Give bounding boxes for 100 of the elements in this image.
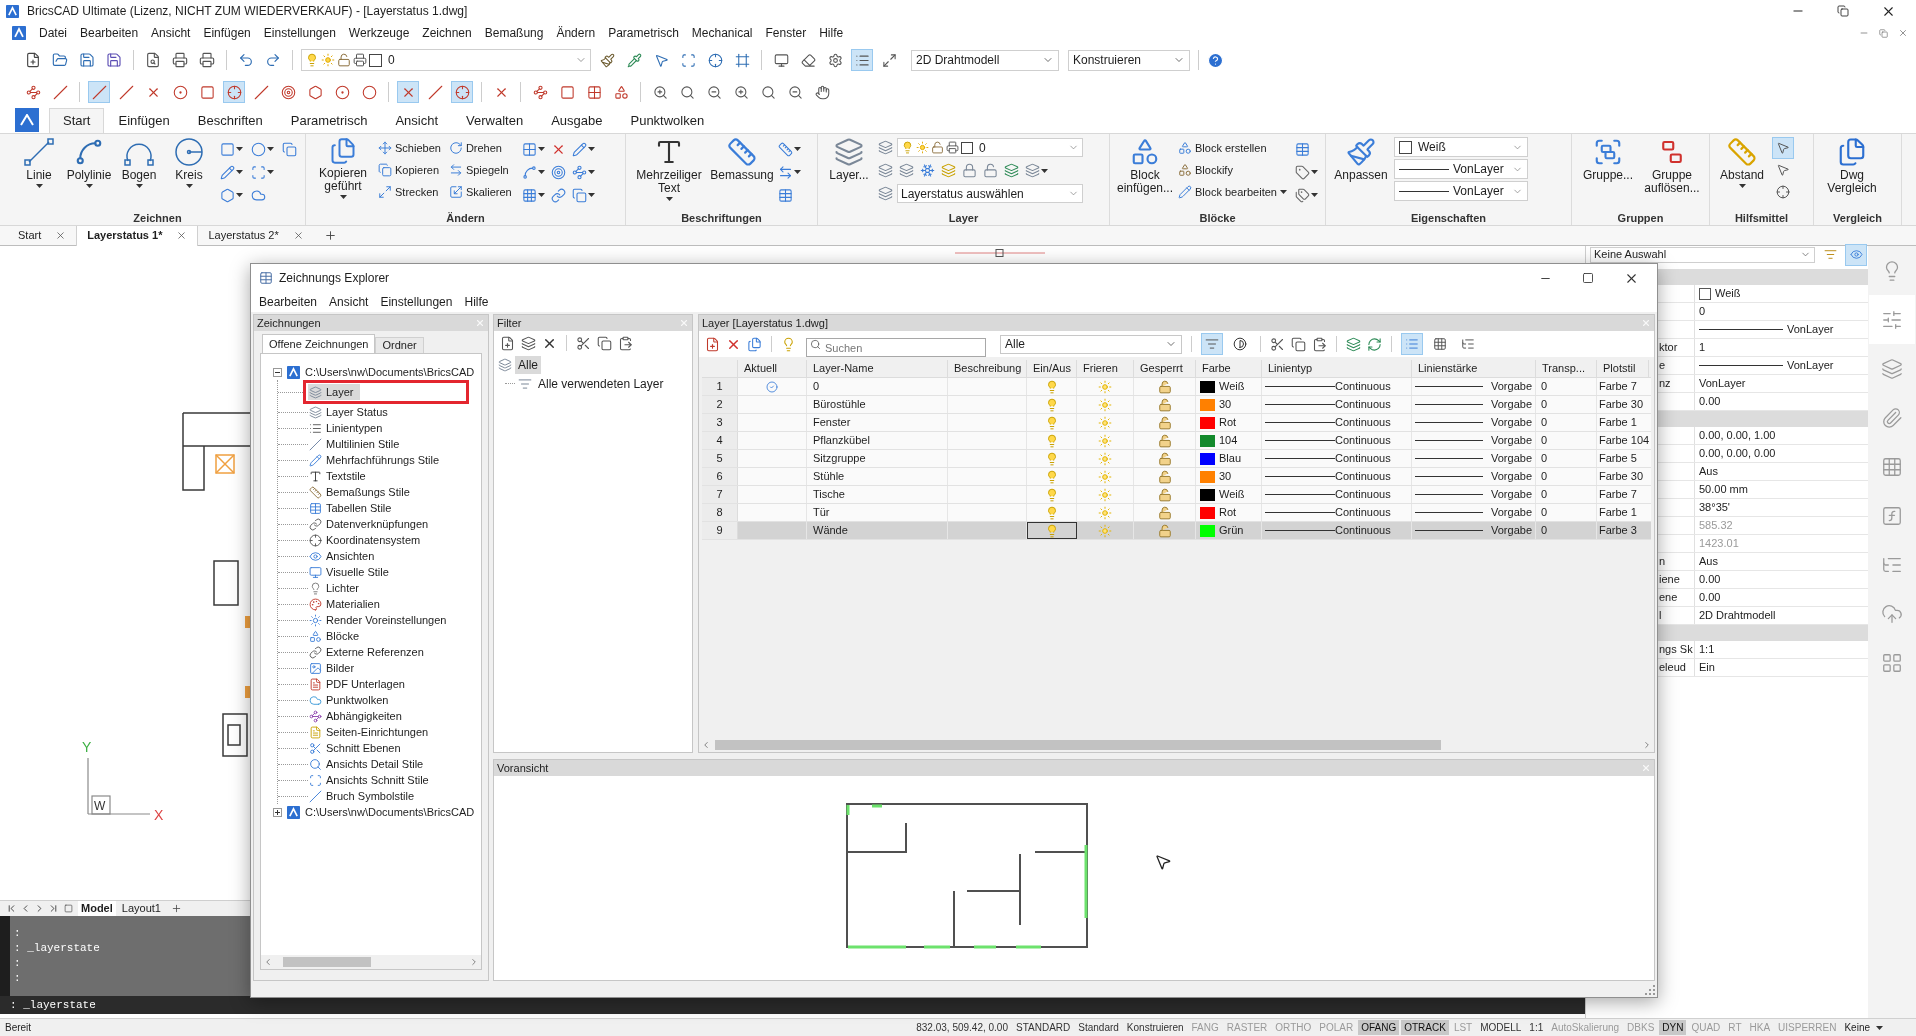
ribbon-tab[interactable]: Verwalten — [452, 108, 538, 133]
caret-icon[interactable] — [794, 147, 801, 151]
plus-icon[interactable] — [170, 903, 182, 914]
maximize-icon[interactable] — [1582, 272, 1594, 284]
caret-icon[interactable] — [35, 184, 43, 188]
collapse-icon[interactable] — [273, 367, 282, 377]
lineweight-dropdown[interactable]: VonLayer — [1394, 181, 1528, 201]
layers-icon[interactable] — [1004, 163, 1019, 178]
menu-item[interactable]: Parametrisch — [608, 24, 679, 42]
snowflake-icon[interactable] — [920, 163, 935, 178]
table-icon[interactable] — [778, 187, 793, 203]
tags-icon[interactable] — [1294, 187, 1310, 203]
ribbon-button[interactable]: Block einfügen... — [1116, 137, 1174, 195]
table-row[interactable]: 9 Wände Grün Continuous Vorgabe 0 Farbe 3 — [702, 522, 1651, 540]
caret-icon[interactable] — [587, 170, 595, 174]
tree-item[interactable]: Koordinatensystem — [308, 532, 427, 548]
tree-item[interactable]: C:\Users\nw\Documents\BricsCAD — [305, 363, 475, 381]
caret-icon[interactable] — [267, 170, 274, 174]
open-lock-icon[interactable] — [1157, 451, 1172, 466]
layer-dropdown[interactable]: 0 — [897, 138, 1083, 157]
app-logo-icon[interactable] — [12, 26, 26, 40]
caret-icon[interactable] — [1310, 170, 1318, 174]
ribbon-button[interactable]: Gruppe auflösen... — [1642, 137, 1702, 195]
layers-icon[interactable] — [878, 140, 893, 155]
ribbon-button[interactable]: Strecken — [378, 181, 441, 203]
tree-item[interactable]: Tabellen Stile — [308, 500, 398, 516]
undo-icon[interactable] — [238, 52, 254, 68]
scissors-icon[interactable] — [1270, 336, 1285, 352]
caret-icon[interactable] — [236, 193, 243, 197]
visual-style-dropdown[interactable]: 2D Drahtmodell — [911, 49, 1059, 71]
layers-icon[interactable] — [899, 163, 914, 178]
toggle-button[interactable] — [1401, 333, 1423, 355]
caret-icon[interactable] — [267, 147, 274, 151]
tree-item[interactable]: Bruch Symbolstile — [308, 788, 421, 804]
tree-item[interactable]: Externe Referenzen — [308, 644, 430, 660]
tag-icon[interactable] — [1294, 164, 1310, 180]
caret-icon[interactable] — [1279, 190, 1287, 194]
menu-item[interactable]: Werkzeuge — [348, 24, 410, 42]
tree-item[interactable]: Visuelle Stile — [308, 564, 395, 580]
tree-item[interactable]: Ansichts Schnitt Stile — [308, 772, 435, 788]
tree-item[interactable]: Materialien — [308, 596, 386, 612]
menu-item[interactable]: Ändern — [556, 24, 596, 42]
ribbon-button[interactable]: Dwg Vergleich — [1820, 137, 1884, 195]
menu-item[interactable]: Bearbeiten — [80, 24, 139, 42]
caret-icon[interactable] — [339, 195, 347, 199]
menu-item[interactable]: Mechanical — [691, 24, 753, 42]
table-row[interactable]: 3 Fenster Rot Continuous Vorgabe 0 Farbe 1 — [702, 414, 1651, 432]
open-lock-icon[interactable] — [1157, 487, 1172, 502]
toggle-button[interactable] — [223, 81, 245, 103]
table-row[interactable]: 5 Sitzgruppe Blau Continuous Vorgabe 0 Farbe 5 — [702, 450, 1651, 468]
toggle-button[interactable] — [451, 81, 473, 103]
ribbon-tab[interactable]: Einfügen — [104, 108, 184, 133]
help-icon[interactable] — [1207, 51, 1224, 69]
target-icon[interactable] — [550, 164, 566, 180]
column-header[interactable]: Ein/Aus — [1027, 360, 1077, 377]
tree-item[interactable]: Ansichts Detail Stile — [308, 756, 430, 772]
paste-icon[interactable] — [618, 335, 633, 351]
menu-item[interactable]: Datei — [39, 24, 67, 42]
document-tab[interactable]: Start — [8, 225, 77, 246]
new-file-icon[interactable] — [705, 336, 720, 352]
ribbon-button[interactable]: Kreis — [166, 137, 212, 188]
open-lock-icon[interactable] — [983, 163, 998, 178]
tree-item[interactable]: Schnitt Ebenen — [308, 740, 407, 756]
layout-tab[interactable]: Layout1 — [118, 901, 164, 916]
tree-item[interactable]: Bilder — [308, 660, 361, 676]
toggle-button[interactable] — [1772, 137, 1794, 159]
menu-item[interactable]: Ansicht — [329, 293, 369, 311]
column-header[interactable]: Gesperrt — [1134, 360, 1196, 377]
save-icon[interactable] — [79, 52, 95, 68]
tree-item[interactable]: C:\Users\nw\Documents\BricsCAD — [305, 803, 475, 821]
connected-nodes-icon[interactable] — [571, 164, 587, 180]
app-logo-icon[interactable] — [6, 4, 19, 18]
pencil-icon[interactable] — [220, 164, 235, 180]
resize-grip-icon[interactable] — [1645, 985, 1655, 995]
tree-item[interactable]: Lichter — [308, 580, 366, 596]
ribbon-button[interactable]: Anpassen — [1332, 137, 1390, 182]
tree-item[interactable]: Layer Status — [308, 404, 394, 420]
pencil-icon[interactable] — [571, 141, 587, 157]
grid-icon[interactable] — [521, 187, 537, 203]
open-lock-icon[interactable] — [1157, 469, 1172, 484]
tree-item[interactable]: Ansichten — [308, 548, 381, 564]
link-icon[interactable] — [550, 187, 566, 203]
circle-icon[interactable] — [251, 141, 266, 157]
printer-icon[interactable] — [199, 52, 215, 68]
ribbon-button[interactable]: Abstand — [1716, 137, 1768, 188]
caret-icon[interactable] — [537, 147, 545, 151]
open-lock-icon[interactable] — [1157, 415, 1172, 430]
tree-item[interactable]: Bemaßungs Stile — [308, 484, 416, 500]
ribbon-tab[interactable]: Ansicht — [381, 108, 453, 133]
pane-tab[interactable]: Offene Zeichnungen — [262, 334, 376, 353]
ribbon-button[interactable]: Block erstellen — [1178, 137, 1287, 159]
scrollbar-thumb[interactable] — [715, 740, 1441, 750]
redo-icon[interactable] — [265, 52, 281, 68]
tree-item[interactable]: Multilinien Stile — [308, 436, 406, 452]
tree-item[interactable]: Blöcke — [308, 628, 366, 644]
document-tab[interactable]: Layerstatus 2* — [198, 225, 314, 246]
cloud-icon[interactable] — [251, 187, 266, 203]
caret-icon[interactable] — [185, 184, 193, 188]
caret-icon[interactable] — [85, 184, 93, 188]
table-row[interactable]: 7 Tische Weiß Continuous Vorgabe 0 Farbe 7 — [702, 486, 1651, 504]
